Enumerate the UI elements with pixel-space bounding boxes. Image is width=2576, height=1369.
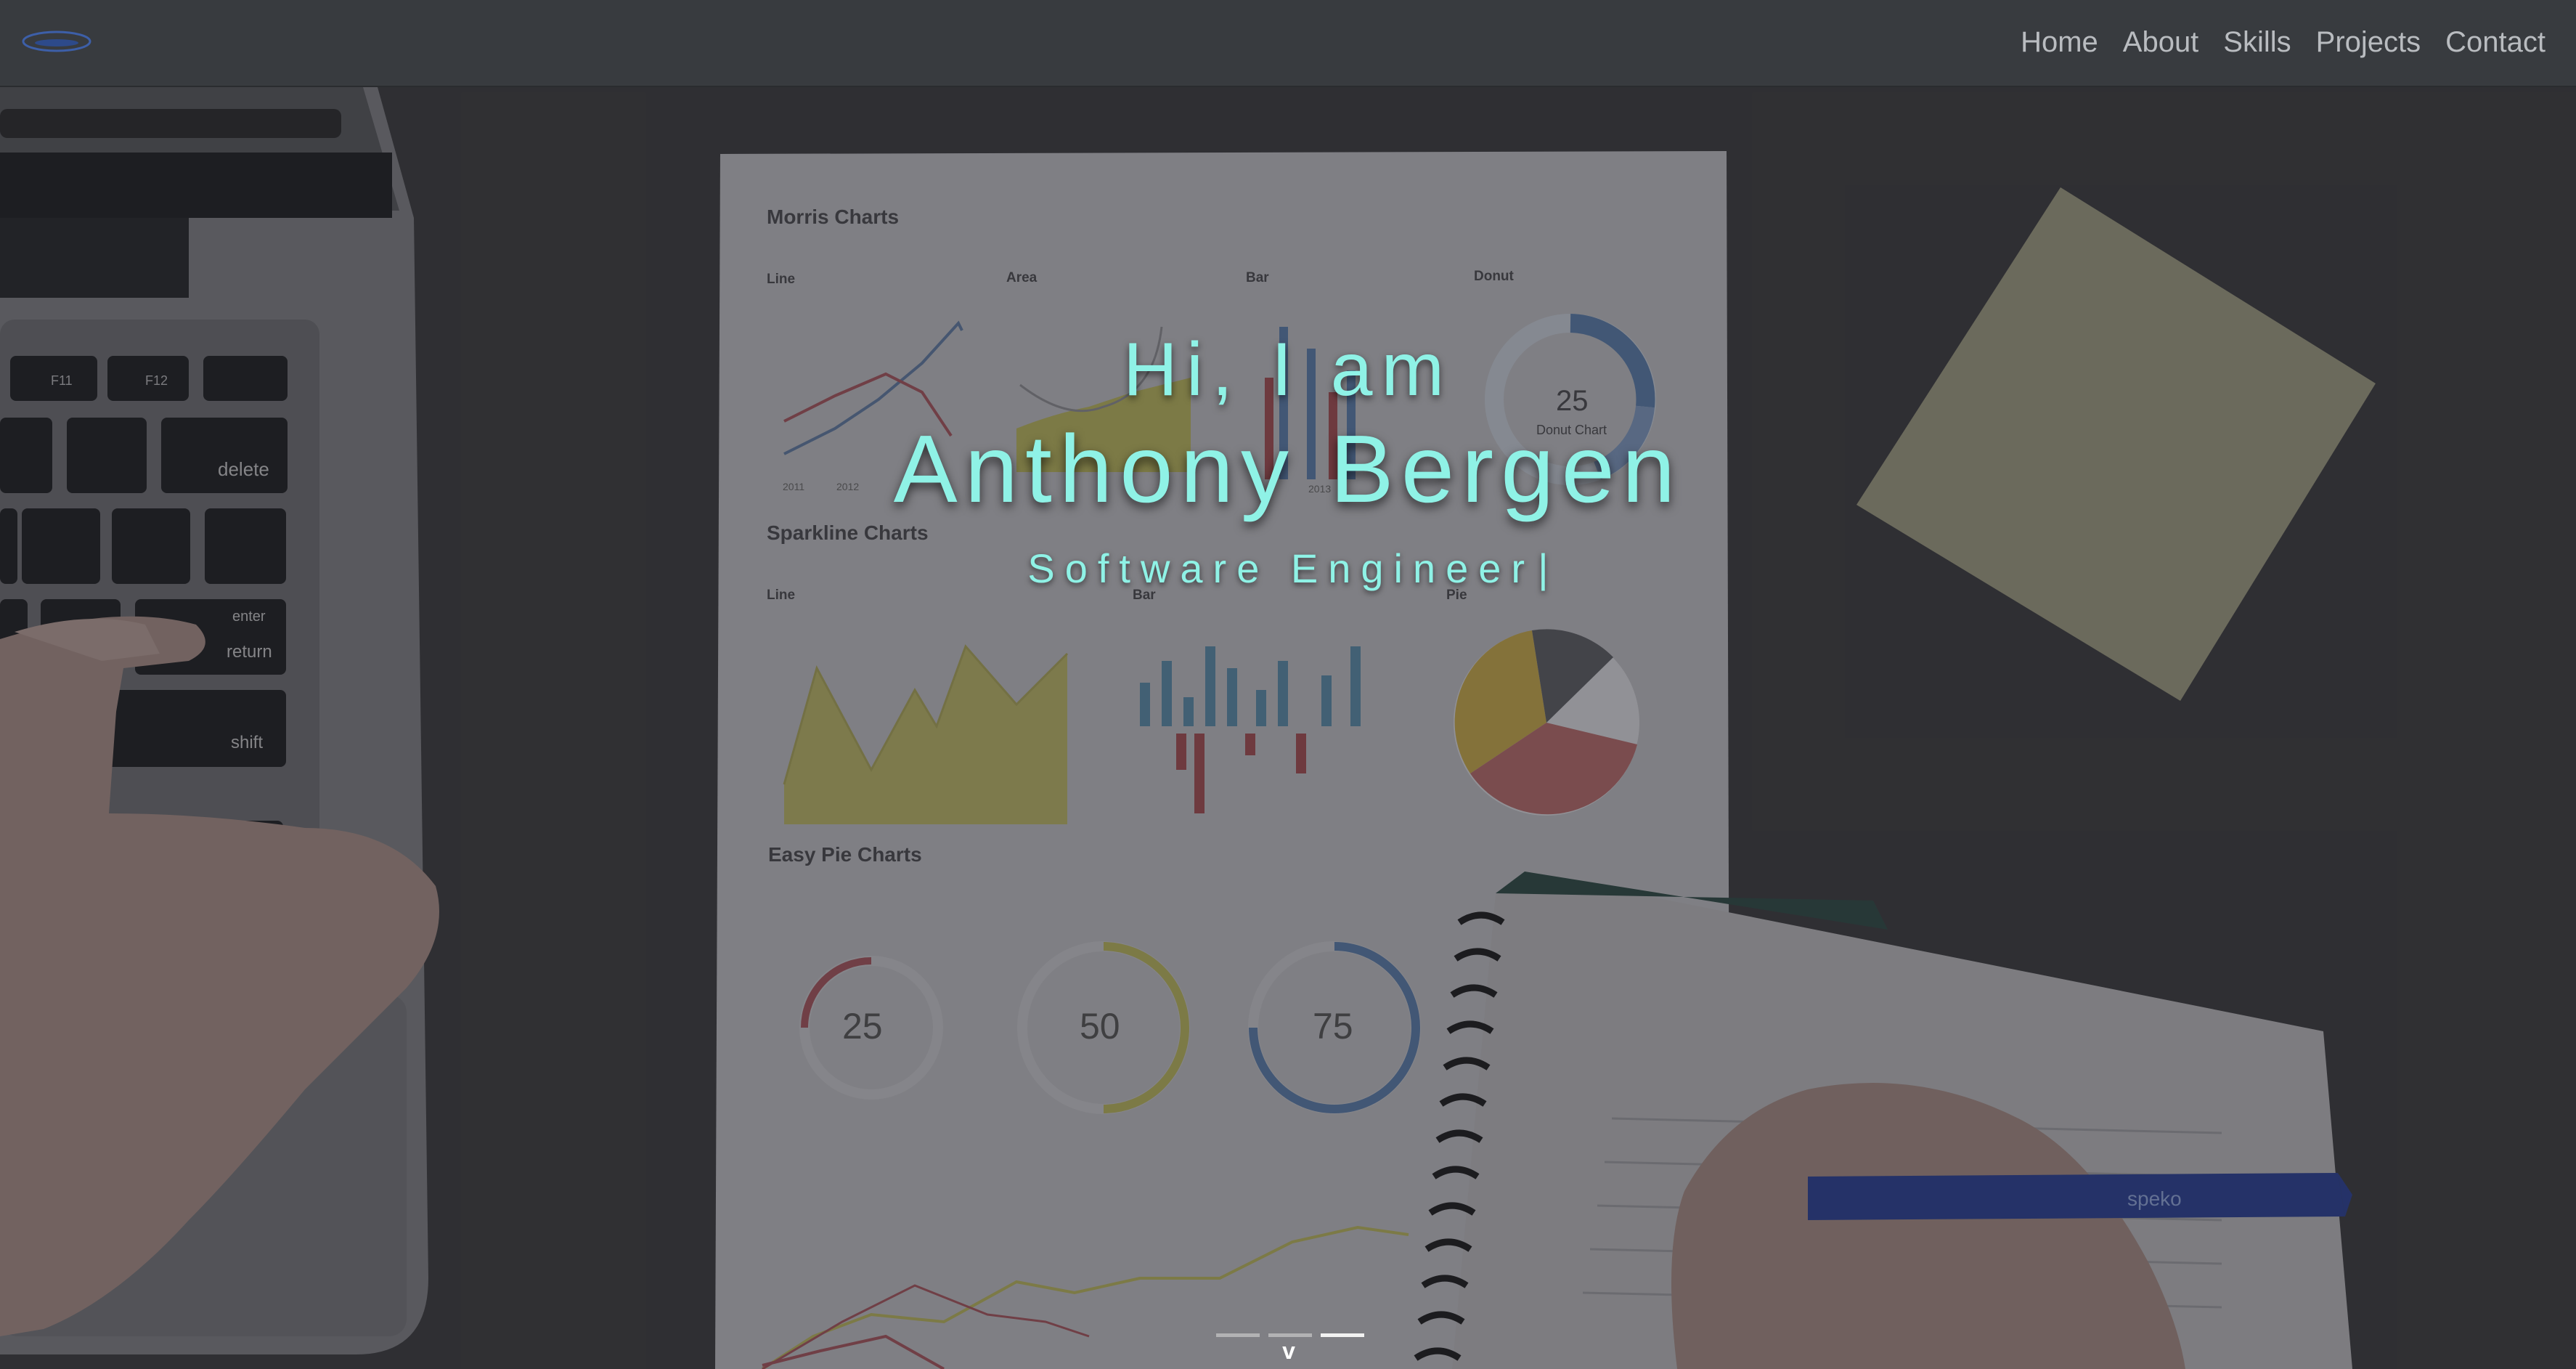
hero-section: F11 F12 delete enter return shift Morris… [0,87,2576,1369]
hero-overlay [0,87,2576,1369]
chevron-down-icon[interactable]: v [1278,1338,1300,1365]
hero-role-text: Software Engineer [1027,545,1536,591]
logo-icon[interactable] [20,28,93,55]
nav-link-contact[interactable]: Contact [2445,20,2546,64]
typing-caret: | [1538,545,1549,591]
nav-link-projects[interactable]: Projects [2316,20,2421,64]
carousel-indicator-2[interactable] [1268,1333,1312,1337]
hero-greeting: Hi, I am [1122,328,1454,412]
carousel-indicators [1216,1333,1364,1337]
navbar: Home About Skills Projects Contact [0,0,2576,87]
nav-link-skills[interactable]: Skills [2223,20,2291,64]
hero-role-typewriter: Software Engineer| [0,545,2576,592]
nav-link-home[interactable]: Home [2021,20,2098,64]
carousel-indicator-1[interactable] [1216,1333,1260,1337]
nav-links: Home About Skills Projects Contact [2021,20,2546,64]
hero-name: Anthony Bergen [893,415,1683,522]
carousel-indicator-3[interactable] [1321,1333,1364,1337]
nav-link-about[interactable]: About [2123,20,2199,64]
page: Home About Skills Projects Contact F11 F… [0,0,2576,1369]
